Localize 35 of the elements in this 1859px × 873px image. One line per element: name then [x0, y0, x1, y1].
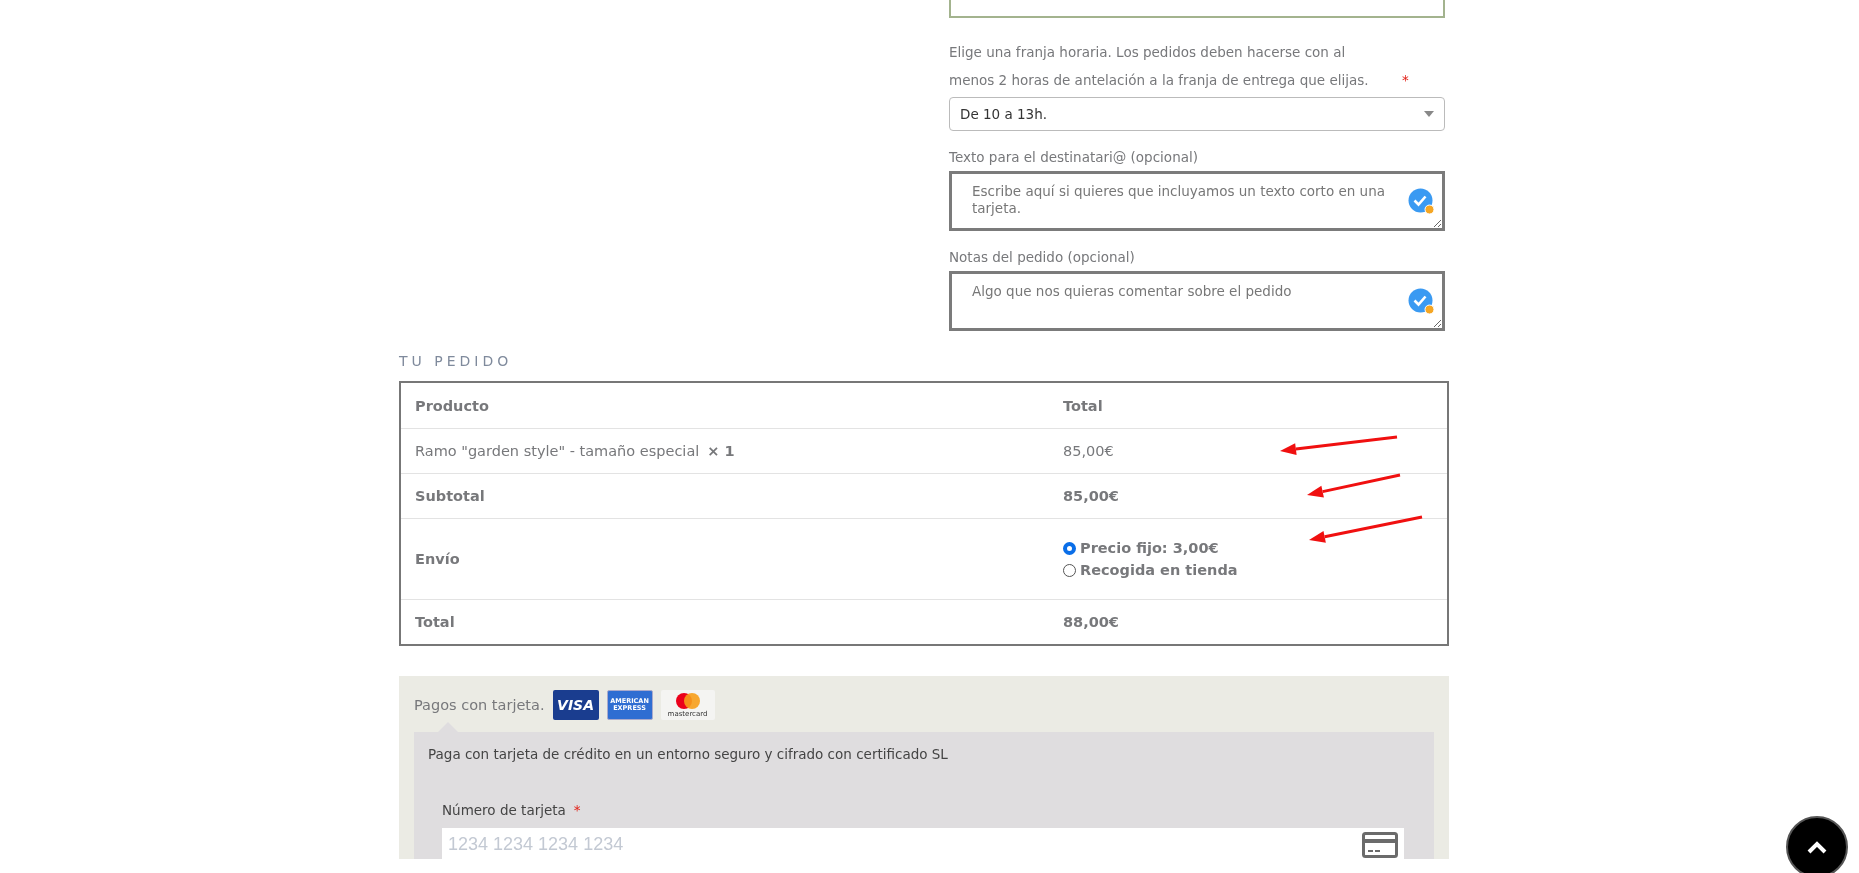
- product-name: Ramo "garden style" - tamaño especial: [415, 443, 700, 459]
- credit-card-icon: [1362, 832, 1398, 858]
- option-label: Recogida en tienda: [1080, 562, 1238, 578]
- time-slot-dropdown[interactable]: De 10 a 13h.: [949, 97, 1445, 131]
- date-field[interactable]: [949, 0, 1445, 18]
- field-label: Notas del pedido (opcional): [949, 249, 1136, 265]
- field-label: Elige una franja horaria. Los pedidos deben hacerse con al menos 2 horas de antelación a la franja de entrega que elijas.: [949, 43, 1370, 90]
- payment-method-label: Pagos con tarjeta.: [414, 697, 545, 713]
- quantity: × 1: [707, 443, 735, 459]
- caret-icon: [1424, 111, 1434, 117]
- text-area[interactable]: Algo que nos quieras comentar sobre el pedido: [949, 271, 1445, 331]
- column-header: Producto: [414, 397, 490, 414]
- radio-button[interactable]: [1063, 563, 1076, 577]
- payment-description: Paga con tarjeta de crédito en un entorno seguro y cifrado con certificado SL: [428, 746, 949, 762]
- check-badge-icon[interactable]: [1408, 288, 1435, 315]
- check-badge-icon[interactable]: [1408, 188, 1435, 215]
- section-heading: TU PEDIDO: [399, 353, 514, 369]
- card-number-field[interactable]: 1234 1234 1234 1234: [442, 828, 1404, 859]
- table-cell-text: Subtotal: [414, 488, 486, 504]
- required-mark: *: [1402, 72, 1409, 88]
- required-mark: *: [573, 802, 581, 818]
- field-label: Número de tarjeta: [442, 802, 566, 818]
- radio-button[interactable]: [1063, 541, 1076, 555]
- table-cell: 88,00€: [1063, 614, 1119, 630]
- field-label: Texto para el destinatari@ (opcional): [949, 149, 1199, 165]
- text-area[interactable]: Escribe aquí si quieres que incluyamos un texto corto en una tarjeta.: [949, 171, 1445, 231]
- scroll-to-top-button[interactable]: [1786, 816, 1848, 873]
- table-cell-text: Envío: [414, 551, 461, 567]
- table-cell-text: Total: [414, 614, 456, 630]
- table-cell: 85,00€: [1063, 488, 1119, 504]
- card-logo: VISA: [552, 690, 599, 720]
- column-header: Total: [1063, 397, 1103, 414]
- option-label: Precio fijo: 3,00€: [1080, 540, 1219, 556]
- table-cell: 85,00€: [1063, 443, 1114, 459]
- chevron-up-icon: [1807, 840, 1827, 854]
